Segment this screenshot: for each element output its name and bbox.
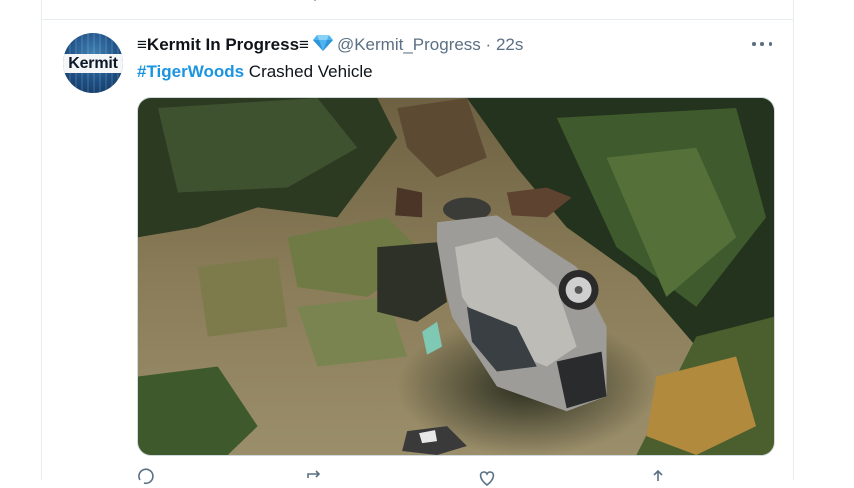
diamond-icon [312,35,333,51]
like-icon[interactable] [479,0,495,7]
reply-icon[interactable] [142,0,158,7]
user-handle[interactable]: @Kermit_Progress [337,35,481,54]
avatar-label: Kermit [63,54,123,73]
previous-tweet-actions [42,0,793,20]
more-options-icon[interactable] [752,38,772,50]
hashtag-link[interactable]: #TigerWoods [137,62,244,81]
tweet-timestamp[interactable]: 22s [496,35,523,54]
tweet-header: ≡Kermit In Progress≡ @Kermit_Progress · … [137,34,523,56]
more-dot [760,42,764,46]
share-icon[interactable] [648,468,668,488]
retweet-icon[interactable] [305,468,325,488]
tweet-media-photo[interactable] [137,97,775,456]
timeline-column: Kermit ≡Kermit In Progress≡ @Kermit_Prog… [41,0,794,487]
more-dot [752,42,756,46]
tweet[interactable]: Kermit ≡Kermit In Progress≡ @Kermit_Prog… [42,20,793,487]
separator-dot: · [485,35,492,54]
share-icon[interactable] [648,0,664,7]
like-icon[interactable] [477,468,497,488]
tweet-text: #TigerWoods Crashed Vehicle [137,60,373,84]
display-name[interactable]: ≡Kermit In Progress≡ [137,35,309,54]
avatar[interactable]: Kermit [63,33,123,93]
retweet-icon[interactable] [310,0,326,7]
reply-icon[interactable] [137,468,157,488]
tweet-actions [137,464,775,487]
crash-photo [138,98,774,455]
more-dot [768,42,772,46]
tweet-body: Crashed Vehicle [244,62,373,81]
